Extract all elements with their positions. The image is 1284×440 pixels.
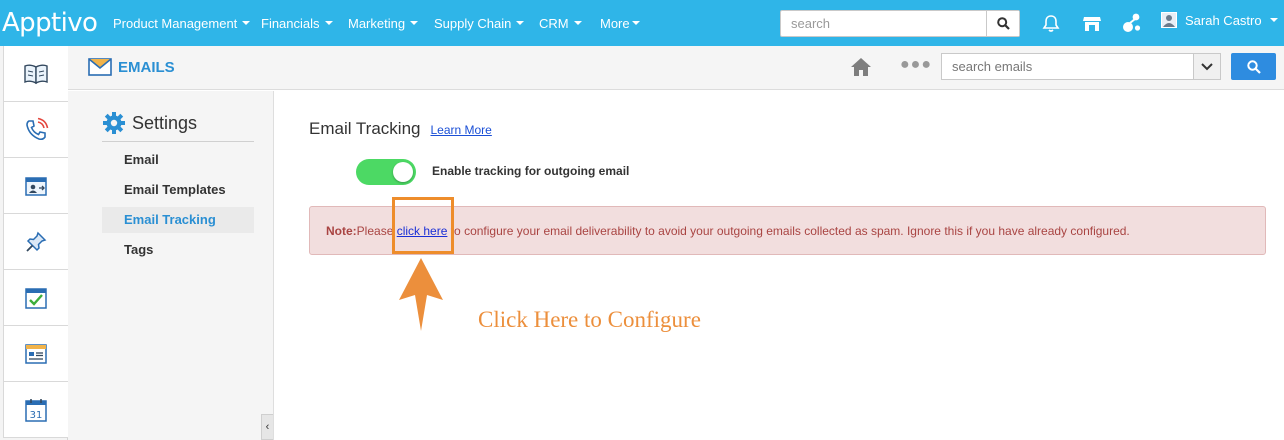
caret-down-icon — [631, 21, 640, 25]
tracking-toggle[interactable] — [356, 159, 416, 185]
chevron-down-icon — [1201, 62, 1213, 70]
nav-label: Supply Chain — [434, 15, 512, 31]
learn-more-link[interactable]: Learn More — [430, 123, 491, 137]
global-search-button[interactable] — [986, 11, 1019, 36]
app-rail: 31 — [0, 46, 68, 440]
global-search-box — [780, 10, 1020, 37]
settings-sidebar: Settings Email Email Templates Email Tra… — [68, 91, 274, 440]
email-search-input[interactable] — [942, 54, 1192, 79]
page-title-row: Email Tracking Learn More — [309, 119, 492, 139]
nav-supply-chain[interactable]: Supply Chain — [434, 0, 525, 46]
nav-label: Product Management — [113, 15, 238, 31]
bell-icon — [1042, 14, 1060, 32]
top-navigation-bar: Apptivo Product Management Financials Ma… — [0, 0, 1284, 46]
home-button[interactable] — [850, 57, 872, 82]
deliverability-note: Note:Please click here to configure your… — [309, 206, 1266, 255]
caret-down-icon — [516, 21, 525, 25]
avatar — [1161, 12, 1177, 28]
nav-label: CRM — [539, 15, 569, 31]
sidebar-item-tags[interactable]: Tags — [102, 237, 254, 263]
pin-icon — [26, 231, 47, 252]
form-icon — [25, 343, 47, 364]
search-icon — [1246, 59, 1261, 74]
checklist-icon — [25, 287, 47, 309]
divider — [102, 141, 254, 142]
apps-icon — [1123, 13, 1141, 32]
arrow-up-icon — [399, 258, 443, 331]
annotation-callout: Click Here to Configure — [478, 307, 701, 332]
rail-item-calendar[interactable]: 31 — [3, 382, 68, 438]
calendar-day: 31 — [30, 410, 43, 421]
apps-button[interactable] — [1120, 11, 1144, 35]
note-body: to configure your email deliverability t… — [447, 224, 1130, 238]
note-prefix: Note: — [326, 224, 357, 238]
rail-item-book[interactable] — [3, 46, 68, 102]
app-header: EMAILS ●●● — [68, 46, 1284, 90]
click-here-link[interactable]: click here — [397, 224, 448, 238]
nav-product-management[interactable]: Product Management — [113, 0, 251, 46]
app-title-label: EMAILS — [118, 58, 175, 76]
nav-crm[interactable]: CRM — [539, 0, 582, 46]
nav-label: More — [600, 15, 630, 31]
settings-heading-label: Settings — [132, 112, 198, 133]
nav-marketing[interactable]: Marketing — [348, 0, 419, 46]
sidebar-item-email[interactable]: Email — [102, 147, 254, 173]
caret-down-icon — [573, 21, 582, 25]
caret-down-icon — [410, 21, 419, 25]
calendar-icon: 31 — [25, 398, 47, 422]
rail-item-pins[interactable] — [3, 214, 68, 270]
caret-down-icon — [324, 21, 333, 25]
notifications-button[interactable] — [1039, 11, 1063, 35]
apptivo-logo[interactable]: Apptivo — [2, 8, 98, 38]
nav-more[interactable]: More — [600, 0, 640, 46]
email-search-button[interactable] — [1231, 53, 1276, 80]
caret-down-icon — [1269, 18, 1278, 22]
rail-item-contacts[interactable] — [3, 158, 68, 214]
app-title[interactable]: EMAILS — [88, 58, 175, 76]
store-icon — [1083, 16, 1101, 31]
gear-icon — [103, 112, 125, 134]
rail-item-calls[interactable] — [3, 102, 68, 158]
rail-item-forms[interactable] — [3, 326, 68, 382]
sidebar-collapse-button[interactable]: ‹ — [261, 414, 273, 440]
search-filter-dropdown[interactable] — [1193, 54, 1220, 79]
settings-heading: Settings — [102, 111, 197, 135]
book-icon — [24, 64, 48, 84]
tracking-toggle-label: Enable tracking for outgoing email — [432, 164, 630, 178]
note-text: Note:Please click here to configure your… — [326, 224, 1130, 238]
envelope-icon — [88, 58, 112, 76]
note-lead: Please — [356, 224, 397, 238]
phone-icon — [26, 117, 49, 140]
sidebar-item-email-templates[interactable]: Email Templates — [102, 177, 254, 203]
user-menu[interactable]: Sarah Castro — [1161, 12, 1278, 28]
global-search-input[interactable] — [781, 11, 987, 36]
nav-financials[interactable]: Financials — [261, 0, 333, 46]
page-title: Email Tracking — [309, 119, 421, 138]
caret-down-icon — [242, 21, 251, 25]
toggle-knob — [393, 162, 413, 182]
nav-label: Financials — [261, 15, 320, 31]
user-name: Sarah Castro — [1185, 12, 1262, 28]
user-silhouette-icon — [1163, 15, 1175, 27]
search-icon — [996, 17, 1010, 30]
sidebar-item-email-tracking[interactable]: Email Tracking — [102, 207, 254, 233]
nav-label: Marketing — [348, 15, 406, 31]
rail-item-tasks[interactable] — [3, 270, 68, 326]
email-search-box — [941, 53, 1221, 80]
store-button[interactable] — [1080, 11, 1104, 35]
more-options-icon[interactable]: ●●● — [900, 56, 932, 74]
home-icon — [851, 58, 871, 76]
contact-card-icon — [25, 176, 47, 196]
